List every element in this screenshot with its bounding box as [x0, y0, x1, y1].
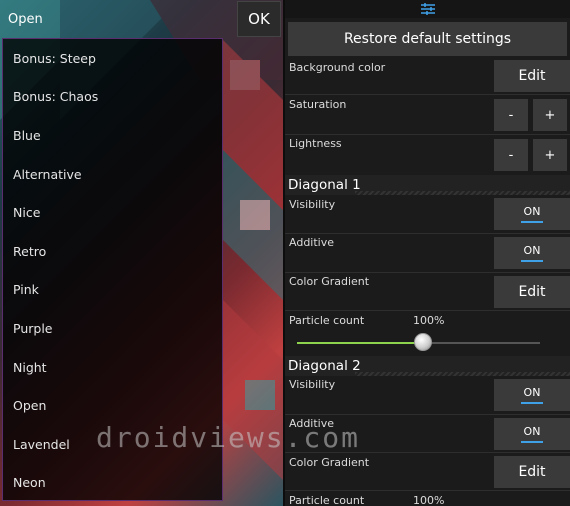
- divider: [285, 310, 570, 311]
- toggle-indicator: [521, 221, 543, 223]
- color-gradient-label: Color Gradient: [289, 456, 370, 469]
- list-item[interactable]: Pink: [3, 271, 222, 310]
- saturation-minus-button[interactable]: -: [494, 99, 528, 131]
- section-title: Diagonal 1: [288, 177, 361, 193]
- hatch-decoration: [355, 372, 570, 376]
- visibility-label: Visibility: [289, 198, 336, 211]
- toggle-indicator: [521, 441, 543, 443]
- section-title: Diagonal 2: [288, 358, 361, 374]
- lightness-plus-button[interactable]: +: [533, 139, 567, 171]
- list-item[interactable]: Bonus: Steep: [3, 39, 222, 78]
- section-header-diagonal-1: Diagonal 1: [285, 175, 570, 195]
- lightness-minus-button[interactable]: -: [494, 139, 528, 171]
- divider: [285, 490, 570, 491]
- toggle-state: ON: [523, 205, 541, 218]
- visibility-toggle[interactable]: ON: [494, 198, 570, 230]
- toggle-state: ON: [523, 244, 541, 257]
- list-item[interactable]: Neon: [3, 464, 222, 503]
- additive-toggle[interactable]: ON: [494, 237, 570, 269]
- background-color-label: Background color: [289, 61, 386, 74]
- toggle-state: ON: [523, 425, 541, 438]
- divider: [285, 134, 570, 135]
- hatch-decoration: [355, 191, 570, 195]
- slider-thumb[interactable]: [414, 333, 432, 351]
- section-header-diagonal-2: Diagonal 2: [285, 356, 570, 376]
- additive-label: Additive: [289, 236, 334, 249]
- divider: [285, 414, 570, 415]
- color-gradient-edit-button[interactable]: Edit: [494, 456, 570, 488]
- list-item[interactable]: Night: [3, 348, 222, 387]
- particle-count-label: Particle count: [289, 494, 365, 506]
- color-gradient-label: Color Gradient: [289, 275, 370, 288]
- toggle-indicator: [521, 402, 543, 404]
- divider: [285, 233, 570, 234]
- divider: [285, 94, 570, 95]
- sliders-icon[interactable]: [420, 2, 436, 16]
- visibility-toggle[interactable]: ON: [494, 379, 570, 411]
- list-item[interactable]: Nice: [3, 193, 222, 232]
- particle-count-label: Particle count: [289, 314, 365, 327]
- toggle-state: ON: [523, 386, 541, 399]
- lightness-label: Lightness: [289, 137, 342, 150]
- saturation-label: Saturation: [289, 98, 347, 111]
- watermark: droidviews.com: [96, 421, 361, 454]
- list-item[interactable]: Alternative: [3, 155, 222, 194]
- particle-count-value: 100%: [413, 314, 445, 327]
- list-item[interactable]: Open: [3, 386, 222, 425]
- color-gradient-edit-button[interactable]: Edit: [494, 276, 570, 308]
- list-item[interactable]: Bonus: Chaos: [3, 78, 222, 117]
- toggle-indicator: [521, 260, 543, 262]
- background-color-edit-button[interactable]: Edit: [494, 60, 570, 92]
- visibility-label: Visibility: [289, 378, 336, 391]
- divider: [285, 272, 570, 273]
- settings-topbar: [285, 0, 570, 18]
- list-item[interactable]: Purple: [3, 309, 222, 348]
- slider-fill: [297, 342, 423, 344]
- list-item[interactable]: Blue: [3, 116, 222, 155]
- saturation-plus-button[interactable]: +: [533, 99, 567, 131]
- restore-defaults-button[interactable]: Restore default settings: [288, 22, 567, 56]
- current-preset-label: Open: [8, 11, 43, 27]
- preset-header: Open OK: [0, 0, 283, 38]
- list-item[interactable]: Retro: [3, 232, 222, 271]
- particle-count-value: 100%: [413, 494, 445, 506]
- ok-button[interactable]: OK: [237, 1, 281, 37]
- additive-toggle[interactable]: ON: [494, 418, 570, 450]
